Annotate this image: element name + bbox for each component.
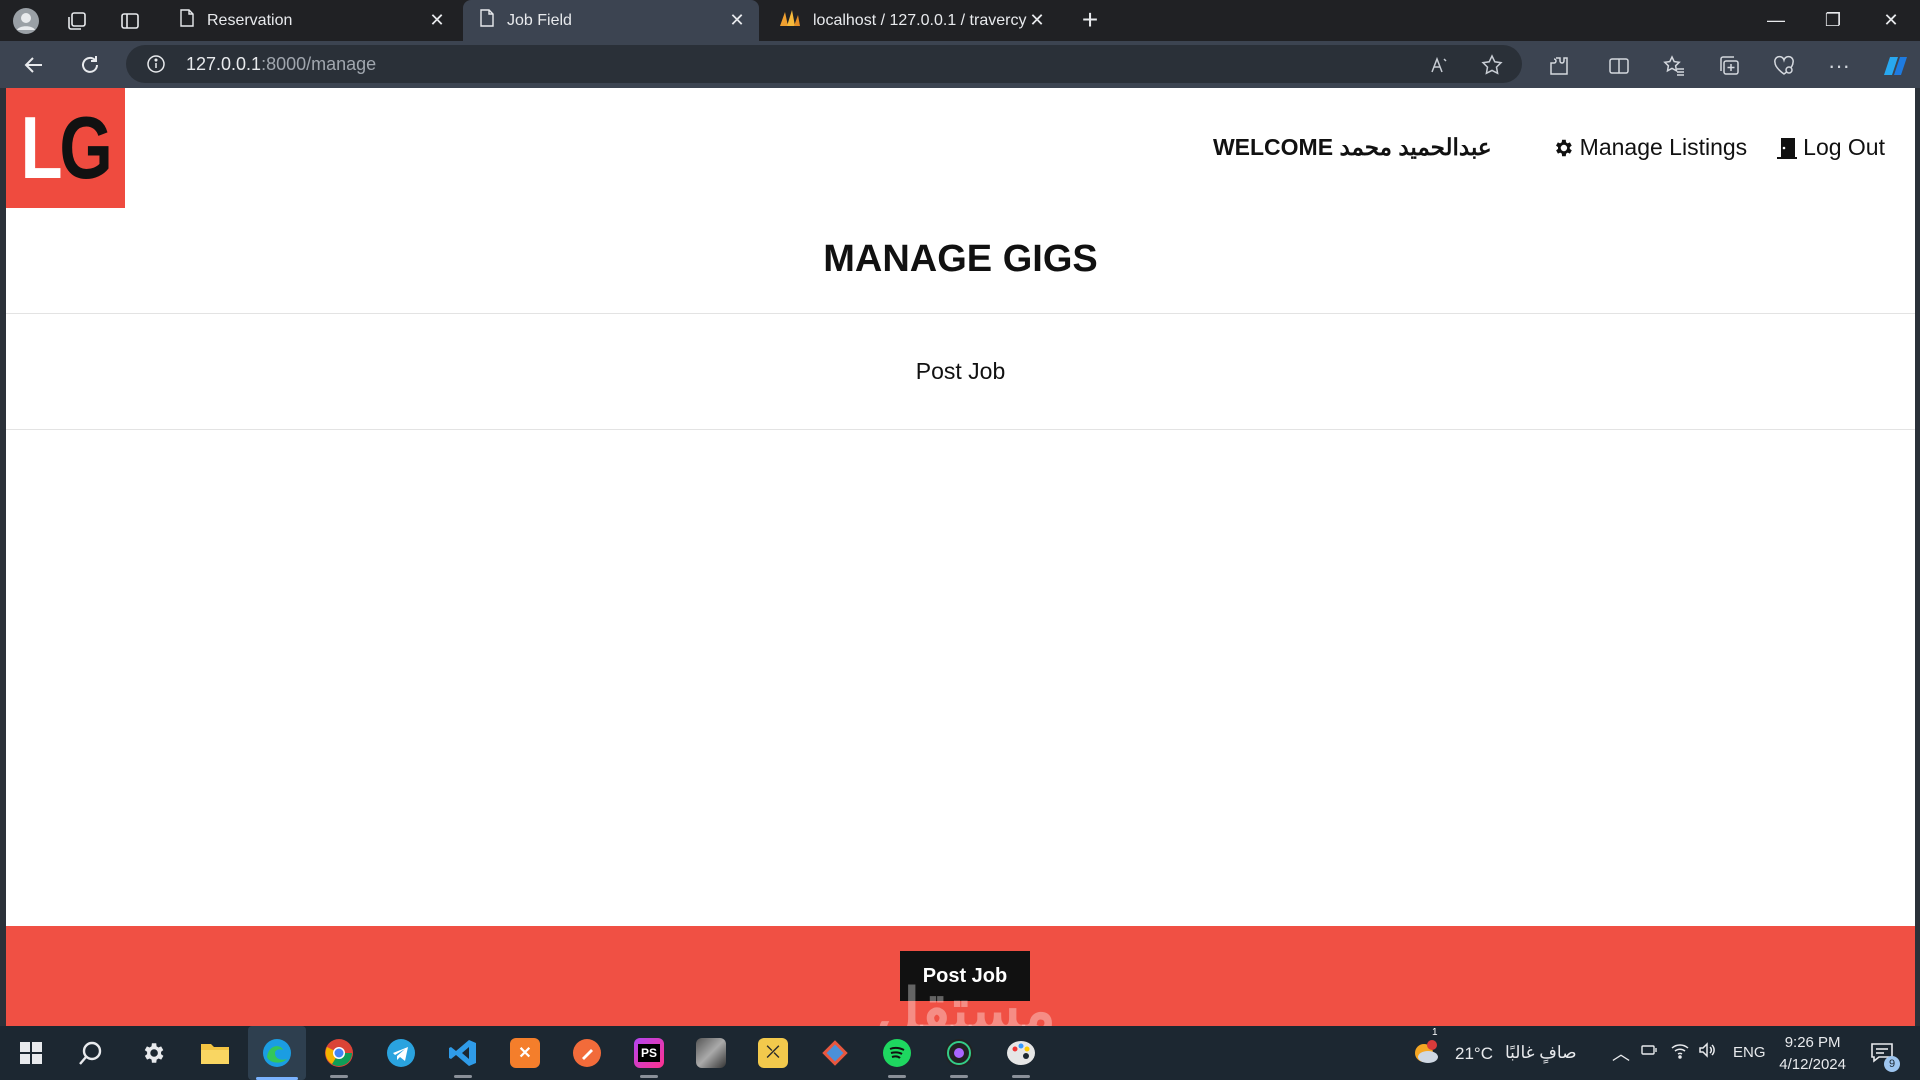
tab-actions-icon[interactable]	[116, 7, 144, 35]
weather-temp[interactable]: 21°C	[1455, 1044, 1493, 1064]
sublime-merge-icon[interactable]: ⤫	[754, 1034, 792, 1072]
page-footer: Post Job مستقل	[6, 926, 1915, 1026]
minimize-button[interactable]: —	[1753, 6, 1799, 34]
new-tab-button[interactable]: +	[1075, 6, 1105, 34]
divider	[6, 313, 1915, 314]
tab-title: Job Field	[507, 11, 572, 29]
file-explorer-icon[interactable]	[196, 1034, 234, 1072]
language-indicator[interactable]: ENG	[1733, 1044, 1766, 1061]
favorites-icon[interactable]	[1661, 53, 1687, 79]
git-icon[interactable]	[816, 1034, 854, 1072]
site-info-icon[interactable]	[146, 54, 166, 74]
browser-toolbar: 127.0.0.1:8000/manage ···	[0, 41, 1920, 88]
tab-job-field[interactable]: Job Field ✕	[463, 0, 759, 41]
tab-phpmyadmin[interactable]: localhost / 127.0.0.1 / travercy / u ✕	[763, 0, 1059, 41]
time: 9:26 PM	[1784, 1034, 1841, 1051]
logout-link[interactable]: Log Out	[1777, 134, 1885, 161]
site-logo[interactable]: LG	[6, 88, 125, 208]
telegram-icon[interactable]	[382, 1034, 420, 1072]
welcome-text: WELCOME عبدالحميد محمد	[1212, 134, 1492, 160]
browser-titlebar: Reservation ✕ Job Field ✕ localhost / 12…	[0, 0, 1920, 41]
phpmyadmin-icon	[779, 9, 801, 32]
logo-text: LG	[20, 98, 113, 197]
read-aloud-icon[interactable]	[1428, 54, 1450, 76]
page-title: MANAGE GIGS	[823, 238, 1098, 280]
postman-icon[interactable]	[568, 1034, 606, 1072]
address-bar[interactable]: 127.0.0.1:8000/manage	[126, 45, 1522, 83]
weather-icon[interactable]	[1412, 1034, 1442, 1072]
taskbar: ✕ PS ⤫ 1 21°C صافٍ غالبًا ︿ ENG 9:26 PM …	[0, 1026, 1920, 1080]
logout-label: Log Out	[1803, 134, 1885, 160]
close-tab-icon[interactable]: ✕	[1027, 10, 1047, 31]
copilot-icon[interactable]	[1879, 53, 1911, 79]
start-button[interactable]	[12, 1034, 50, 1072]
door-icon	[1777, 137, 1798, 159]
vscode-icon[interactable]	[444, 1034, 482, 1078]
tab-title: Reservation	[207, 11, 293, 29]
post-job-link[interactable]: Post Job	[6, 358, 1915, 385]
device-icon[interactable]	[1640, 1040, 1660, 1065]
obs-icon[interactable]	[940, 1034, 978, 1078]
wifi-icon[interactable]	[1670, 1040, 1690, 1065]
favorite-star-icon[interactable]	[1481, 54, 1503, 76]
date: 4/12/2024	[1779, 1056, 1846, 1073]
page-icon	[479, 9, 495, 32]
scrollbar[interactable]	[1915, 88, 1920, 1026]
tab-title: localhost / 127.0.0.1 / travercy / u	[813, 11, 1027, 29]
tab-reservation[interactable]: Reservation ✕	[163, 0, 459, 41]
phpstorm-icon[interactable]: PS	[630, 1034, 668, 1078]
collections-icon[interactable]	[1716, 53, 1742, 79]
settings-gear-icon[interactable]	[134, 1034, 172, 1072]
chrome-icon[interactable]	[320, 1034, 358, 1078]
manage-listings-link[interactable]: Manage Listings	[1552, 134, 1748, 161]
close-tab-icon[interactable]: ✕	[427, 10, 447, 31]
post-job-button[interactable]: Post Job	[900, 951, 1030, 1001]
back-button[interactable]	[18, 49, 50, 81]
spotify-icon[interactable]	[878, 1034, 916, 1078]
game-icon[interactable]	[692, 1034, 730, 1072]
search-icon[interactable]	[72, 1034, 110, 1072]
close-tab-icon[interactable]: ✕	[727, 10, 747, 31]
header-nav: WELCOME عبدالحميد محمد Manage Listings L…	[1213, 134, 1885, 161]
clock[interactable]: 9:26 PM 4/12/2024	[1779, 1032, 1846, 1076]
split-screen-icon[interactable]	[1606, 53, 1632, 79]
paint-icon[interactable]	[1002, 1034, 1040, 1078]
workspaces-icon[interactable]	[63, 7, 91, 35]
restore-button[interactable]: ❐	[1810, 6, 1856, 34]
chevron-up-icon[interactable]: ︿	[1612, 1040, 1630, 1066]
xampp-icon[interactable]: ✕	[506, 1034, 544, 1072]
url-text[interactable]: 127.0.0.1:8000/manage	[186, 54, 376, 75]
close-window-button[interactable]: ✕	[1868, 6, 1914, 34]
web-page: LG WELCOME عبدالحميد محمد Manage Listing…	[6, 88, 1915, 1026]
extensions-icon[interactable]	[1546, 53, 1572, 79]
notification-count-badge: 9	[1884, 1056, 1900, 1072]
gear-icon	[1555, 139, 1572, 156]
browser-essentials-icon[interactable]	[1771, 53, 1797, 79]
page-icon	[179, 9, 195, 32]
weather-badge: 1	[1432, 1027, 1438, 1038]
volume-icon[interactable]	[1697, 1040, 1717, 1065]
divider	[6, 429, 1915, 430]
refresh-button[interactable]	[74, 49, 106, 81]
weather-desc[interactable]: صافٍ غالبًا	[1505, 1043, 1577, 1063]
more-menu-icon[interactable]: ···	[1826, 53, 1852, 79]
edge-taskbar-icon[interactable]	[248, 1026, 306, 1080]
manage-listings-label: Manage Listings	[1579, 134, 1748, 160]
profile-icon[interactable]	[12, 7, 40, 35]
